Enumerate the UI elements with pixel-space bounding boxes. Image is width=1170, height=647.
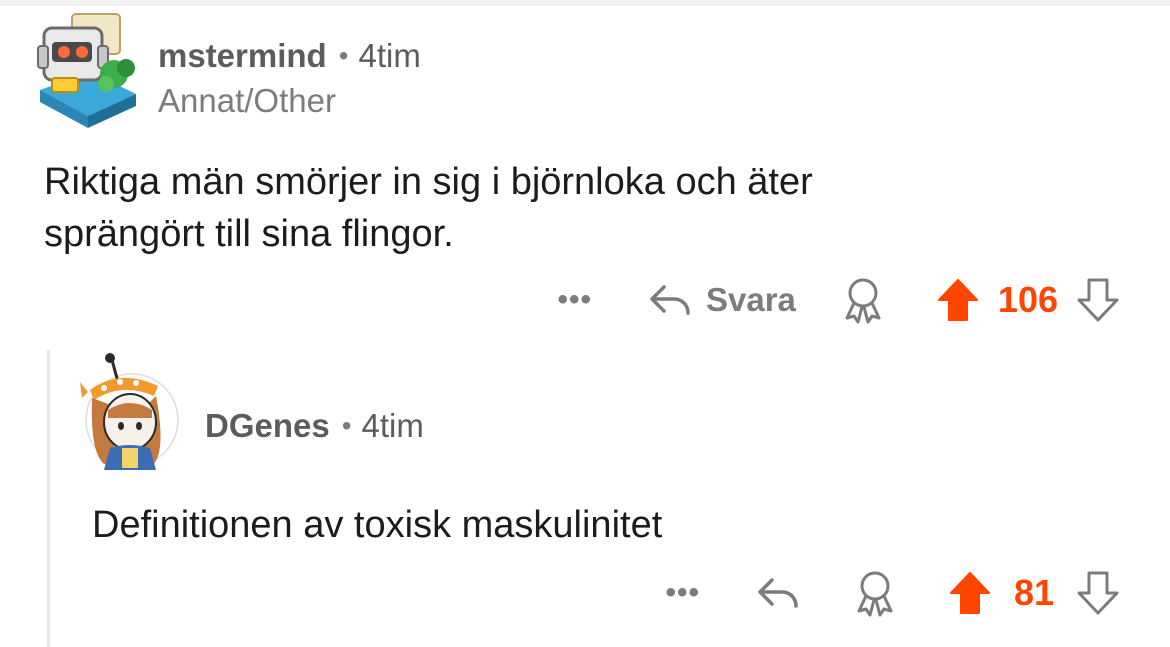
comment-meta: mstermind • 4tim bbox=[158, 36, 421, 76]
timestamp: 4tim bbox=[358, 37, 421, 74]
comment-body-line: Riktiga män smörjer in sig i björnloka o… bbox=[44, 161, 813, 203]
reply-arrow-icon bbox=[756, 576, 800, 610]
meta-separator: • bbox=[338, 40, 349, 71]
award-icon[interactable] bbox=[852, 569, 898, 617]
user-flair: Annat/Other bbox=[158, 82, 336, 119]
thread-line[interactable] bbox=[47, 350, 50, 647]
upvote-arrow-icon[interactable] bbox=[948, 570, 992, 616]
meta-separator: • bbox=[341, 410, 352, 441]
top-divider bbox=[0, 0, 1170, 6]
comment-meta: DGenes • 4tim bbox=[205, 406, 424, 446]
more-options-button[interactable]: ••• bbox=[665, 576, 700, 610]
timestamp: 4tim bbox=[361, 407, 424, 444]
username[interactable]: DGenes bbox=[205, 407, 330, 445]
username[interactable]: mstermind bbox=[158, 37, 327, 75]
comment-body-line: sprängört till sina flingor. bbox=[44, 213, 454, 255]
reply-button[interactable]: Svara bbox=[648, 281, 796, 319]
avatar[interactable] bbox=[74, 352, 182, 474]
comment-body: Riktiga män smörjer in sig i björnloka o… bbox=[44, 156, 1104, 260]
comment-body: Definitionen av toxisk maskulinitet bbox=[92, 504, 663, 546]
award-icon[interactable] bbox=[840, 276, 886, 324]
comment-actions: ••• Svara 106 bbox=[557, 272, 1120, 328]
downvote-arrow-icon[interactable] bbox=[1076, 570, 1120, 616]
reply-button[interactable] bbox=[756, 576, 800, 610]
reply-label: Svara bbox=[706, 281, 796, 318]
vote-score: 106 bbox=[997, 279, 1058, 320]
upvote-arrow-icon[interactable] bbox=[936, 277, 980, 323]
downvote-arrow-icon[interactable] bbox=[1076, 277, 1120, 323]
vote-score: 81 bbox=[1013, 572, 1054, 613]
more-options-button[interactable]: ••• bbox=[557, 283, 592, 317]
avatar[interactable] bbox=[32, 12, 142, 130]
reply-arrow-icon bbox=[648, 283, 692, 317]
comment-actions: ••• 81 bbox=[665, 568, 1120, 618]
